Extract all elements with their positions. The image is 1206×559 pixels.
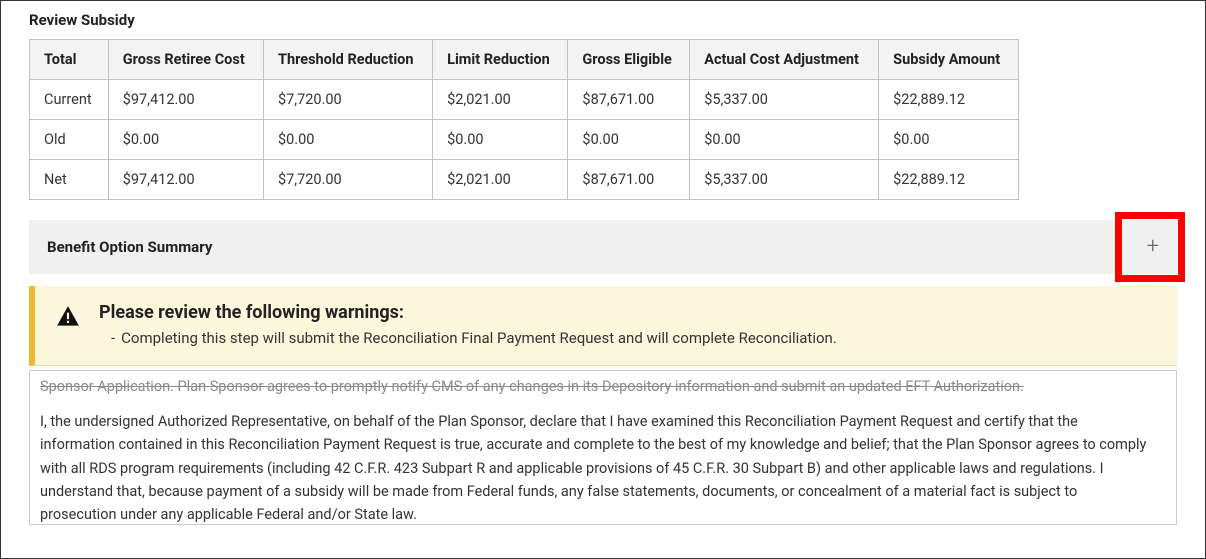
warning-item: -Completing this step will submit the Re… bbox=[99, 329, 1157, 347]
col-limit-reduction: Limit Reduction bbox=[433, 40, 568, 80]
col-total: Total bbox=[30, 40, 109, 80]
table-row: Net $97,412.00 $7,720.00 $2,021.00 $87,6… bbox=[30, 160, 1019, 200]
certification-textbox[interactable]: Sponsor Application. Plan Sponsor agrees… bbox=[29, 370, 1177, 525]
cell: $0.00 bbox=[568, 120, 690, 160]
warning-panel: Please review the following warnings: -C… bbox=[29, 286, 1177, 366]
cell: $97,412.00 bbox=[108, 80, 263, 120]
col-threshold-reduction: Threshold Reduction bbox=[263, 40, 432, 80]
col-actual-cost-adjustment: Actual Cost Adjustment bbox=[690, 40, 879, 80]
cell: $7,720.00 bbox=[263, 80, 432, 120]
col-gross-eligible: Gross Eligible bbox=[568, 40, 690, 80]
row-label: Net bbox=[30, 160, 109, 200]
cell: $2,021.00 bbox=[433, 80, 568, 120]
cell: $22,889.12 bbox=[879, 80, 1019, 120]
cell: $87,671.00 bbox=[568, 160, 690, 200]
certification-text: I, the undersigned Authorized Representa… bbox=[40, 410, 1152, 524]
col-subsidy-amount: Subsidy Amount bbox=[879, 40, 1019, 80]
warning-title: Please review the following warnings: bbox=[99, 302, 1157, 323]
accordion-label: Benefit Option Summary bbox=[47, 238, 212, 256]
col-gross-retiree-cost: Gross Retiree Cost bbox=[108, 40, 263, 80]
subsidy-table: Total Gross Retiree Cost Threshold Reduc… bbox=[29, 39, 1019, 200]
plus-icon: + bbox=[1147, 236, 1159, 258]
cell: $0.00 bbox=[108, 120, 263, 160]
row-label: Current bbox=[30, 80, 109, 120]
certification-prev-line: Sponsor Application. Plan Sponsor agrees… bbox=[40, 375, 1152, 398]
cell: $0.00 bbox=[879, 120, 1019, 160]
cell: $97,412.00 bbox=[108, 160, 263, 200]
cell: $22,889.12 bbox=[879, 160, 1019, 200]
row-label: Old bbox=[30, 120, 109, 160]
warning-item-text: Completing this step will submit the Rec… bbox=[121, 329, 837, 347]
table-header-row: Total Gross Retiree Cost Threshold Reduc… bbox=[30, 40, 1019, 80]
cell: $0.00 bbox=[690, 120, 879, 160]
table-row: Current $97,412.00 $7,720.00 $2,021.00 $… bbox=[30, 80, 1019, 120]
cell: $7,720.00 bbox=[263, 160, 432, 200]
benefit-option-summary-accordion[interactable]: Benefit Option Summary + bbox=[29, 220, 1177, 274]
cell: $5,337.00 bbox=[690, 80, 879, 120]
cell: $5,337.00 bbox=[690, 160, 879, 200]
cell: $0.00 bbox=[433, 120, 568, 160]
cell: $87,671.00 bbox=[568, 80, 690, 120]
warning-icon bbox=[55, 304, 81, 330]
bullet-dash: - bbox=[111, 329, 115, 347]
section-title: Review Subsidy bbox=[29, 11, 1177, 29]
table-row: Old $0.00 $0.00 $0.00 $0.00 $0.00 $0.00 bbox=[30, 120, 1019, 160]
cell: $0.00 bbox=[263, 120, 432, 160]
cell: $2,021.00 bbox=[433, 160, 568, 200]
